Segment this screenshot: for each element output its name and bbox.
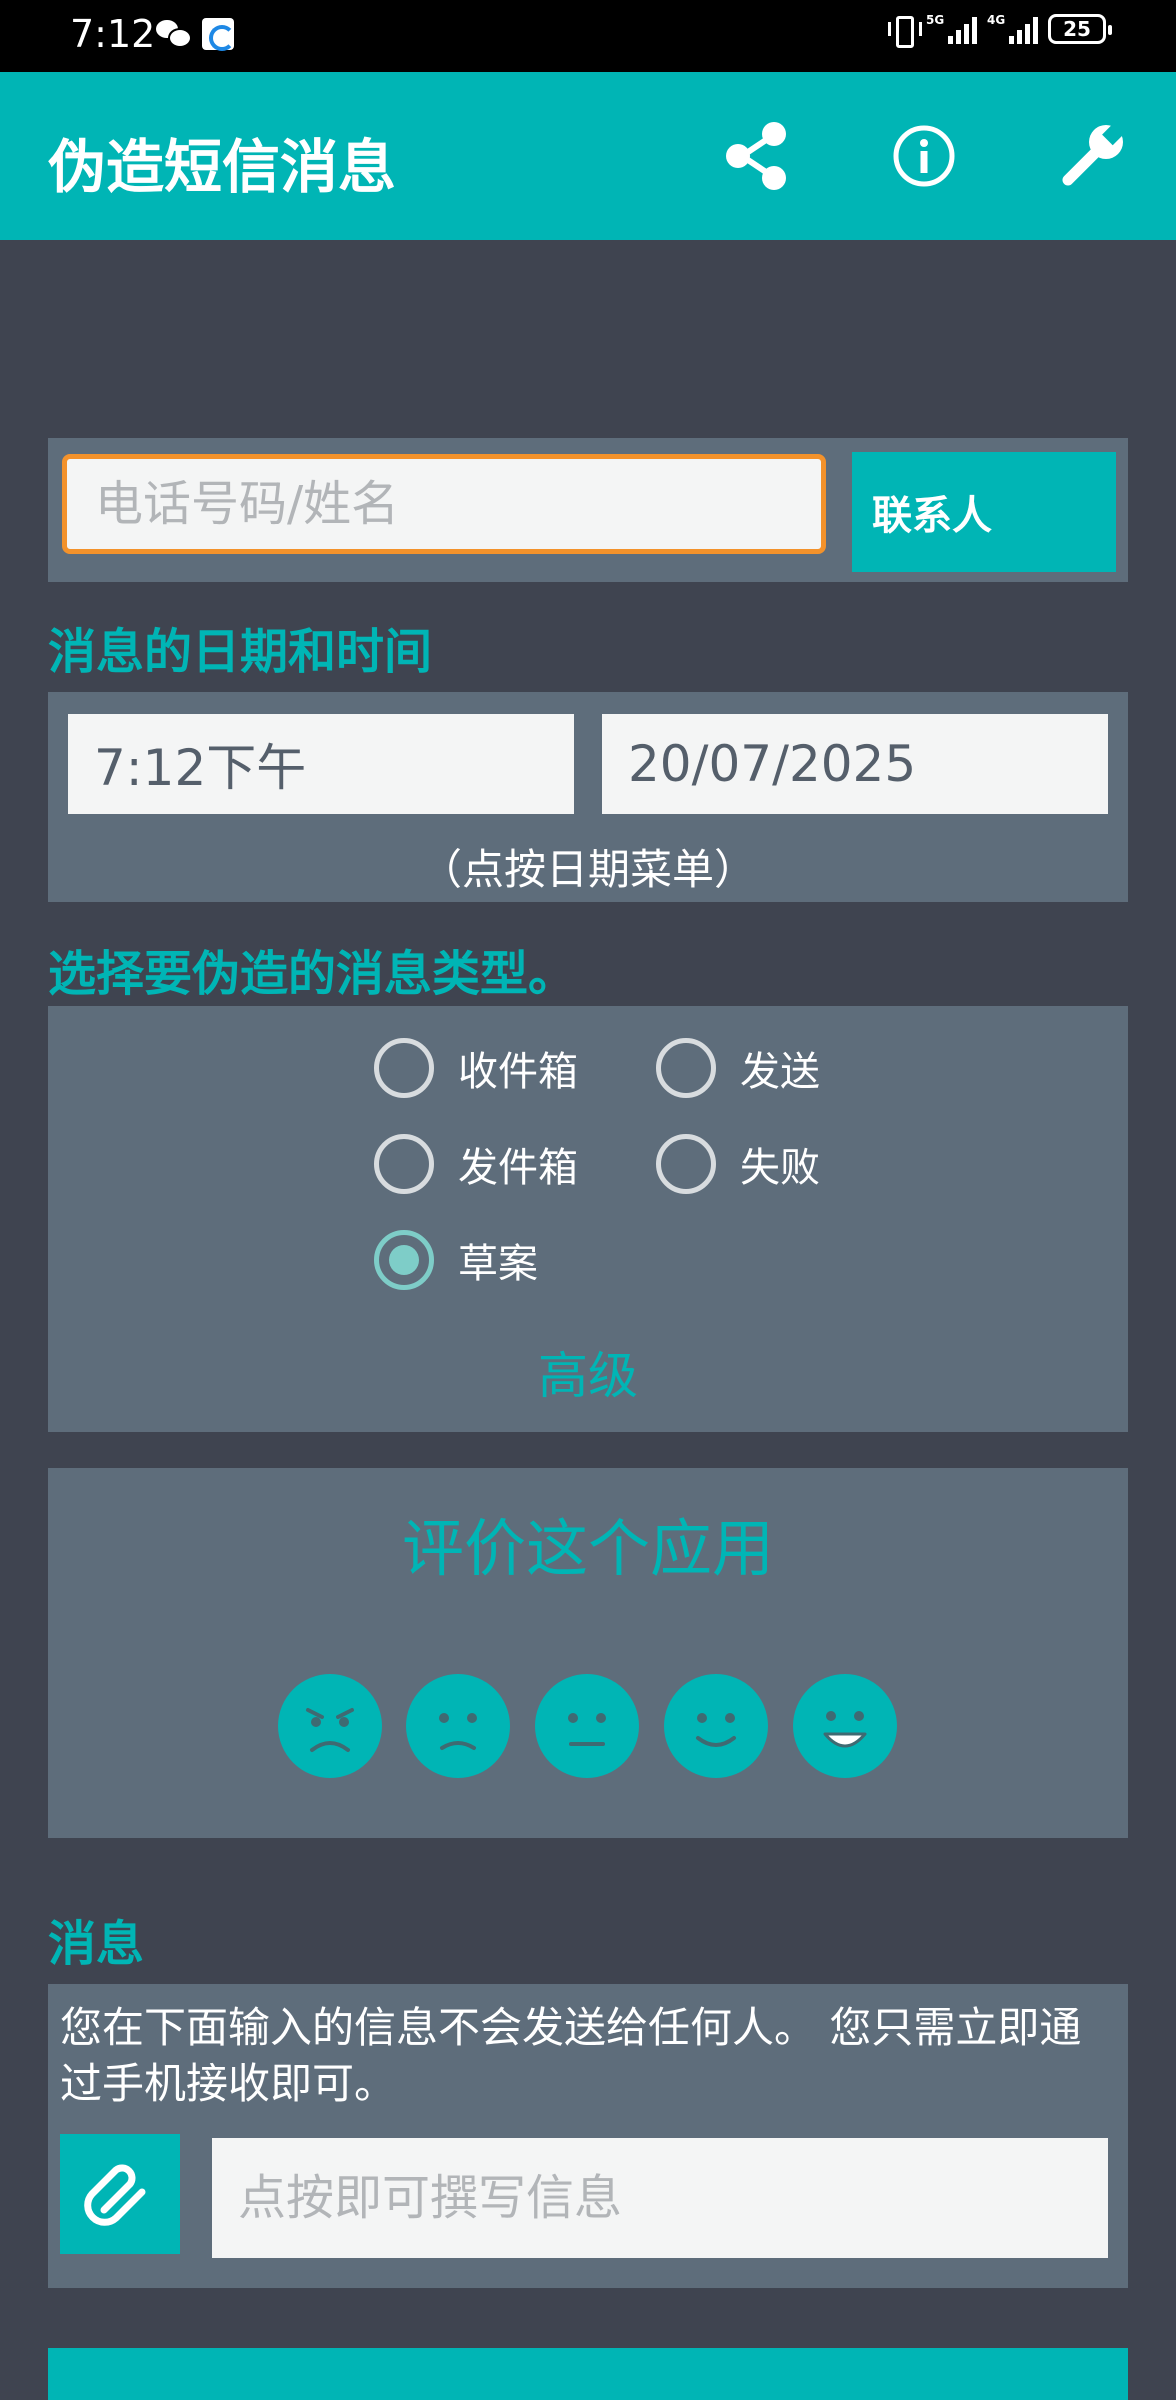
attach-button[interactable]: [60, 2134, 180, 2254]
radio-circle: [374, 1038, 434, 1098]
message-note: 您在下面输入的信息不会发送给任何人。 您只需立即通过手机接收即可。: [60, 2003, 1082, 2108]
rate-5-button[interactable]: [793, 1674, 897, 1778]
app-bar: 伪造短信消息: [0, 72, 1176, 240]
radio-circle-checked: [374, 1230, 434, 1290]
radio-outbox[interactable]: 发件箱: [374, 1132, 578, 1196]
status-time: 7:12: [70, 12, 156, 56]
info-button[interactable]: [882, 114, 966, 198]
phone-name-input[interactable]: [62, 454, 826, 554]
rate-2-button[interactable]: [406, 1674, 510, 1778]
rate-3-button[interactable]: [535, 1674, 639, 1778]
settings-button[interactable]: [1050, 114, 1134, 198]
battery-icon: 25: [1048, 14, 1112, 44]
signal-5g-icon: 5G: [926, 14, 977, 44]
rate-4-button[interactable]: [664, 1674, 768, 1778]
sad-face-icon: [439, 1713, 477, 1750]
share-icon: [726, 122, 786, 190]
date-hint: （点按日期菜单）: [419, 845, 756, 894]
radio-sent[interactable]: 发送: [656, 1036, 820, 1100]
info-icon: [893, 125, 955, 187]
message-section-label: 消息: [48, 1916, 145, 1972]
message-input[interactable]: [212, 2138, 1108, 2258]
rate-title: 评价这个应用: [401, 1512, 774, 1585]
signal-4g-icon: 4G: [987, 14, 1038, 44]
advanced-link[interactable]: 高级: [48, 1336, 1128, 1408]
radio-failed[interactable]: 失败: [656, 1132, 820, 1196]
wrench-icon: [1062, 117, 1130, 186]
neutral-face-icon: [568, 1713, 606, 1746]
rate-1-button[interactable]: [278, 1674, 382, 1778]
radio-inbox[interactable]: 收件箱: [374, 1036, 578, 1100]
date-field[interactable]: 20/07/2025: [602, 714, 1108, 814]
radio-circle: [374, 1134, 434, 1194]
send-message-button[interactable]: [48, 2348, 1128, 2400]
radio-draft[interactable]: 草案: [374, 1228, 538, 1292]
message-type-section-label: 选择要伪造的消息类型。: [48, 946, 577, 1002]
smile-face-icon: [696, 1713, 736, 1747]
notification-app-icon: [202, 18, 235, 51]
happy-face-icon: [823, 1711, 867, 1748]
contacts-button[interactable]: 联系人: [852, 452, 1116, 572]
radio-circle: [656, 1134, 716, 1194]
paperclip-icon: [84, 2164, 146, 2226]
angry-face-icon: [306, 1708, 354, 1752]
vibrate-icon: [888, 14, 922, 48]
status-bar: 7:12 5G 4G 25: [0, 0, 1176, 72]
app-title: 伪造短信消息: [48, 133, 397, 201]
time-field[interactable]: 7:12下午: [68, 714, 574, 814]
datetime-section-label: 消息的日期和时间: [48, 624, 433, 680]
radio-circle: [656, 1038, 716, 1098]
share-button[interactable]: [714, 114, 798, 198]
wechat-icon: [156, 18, 192, 48]
